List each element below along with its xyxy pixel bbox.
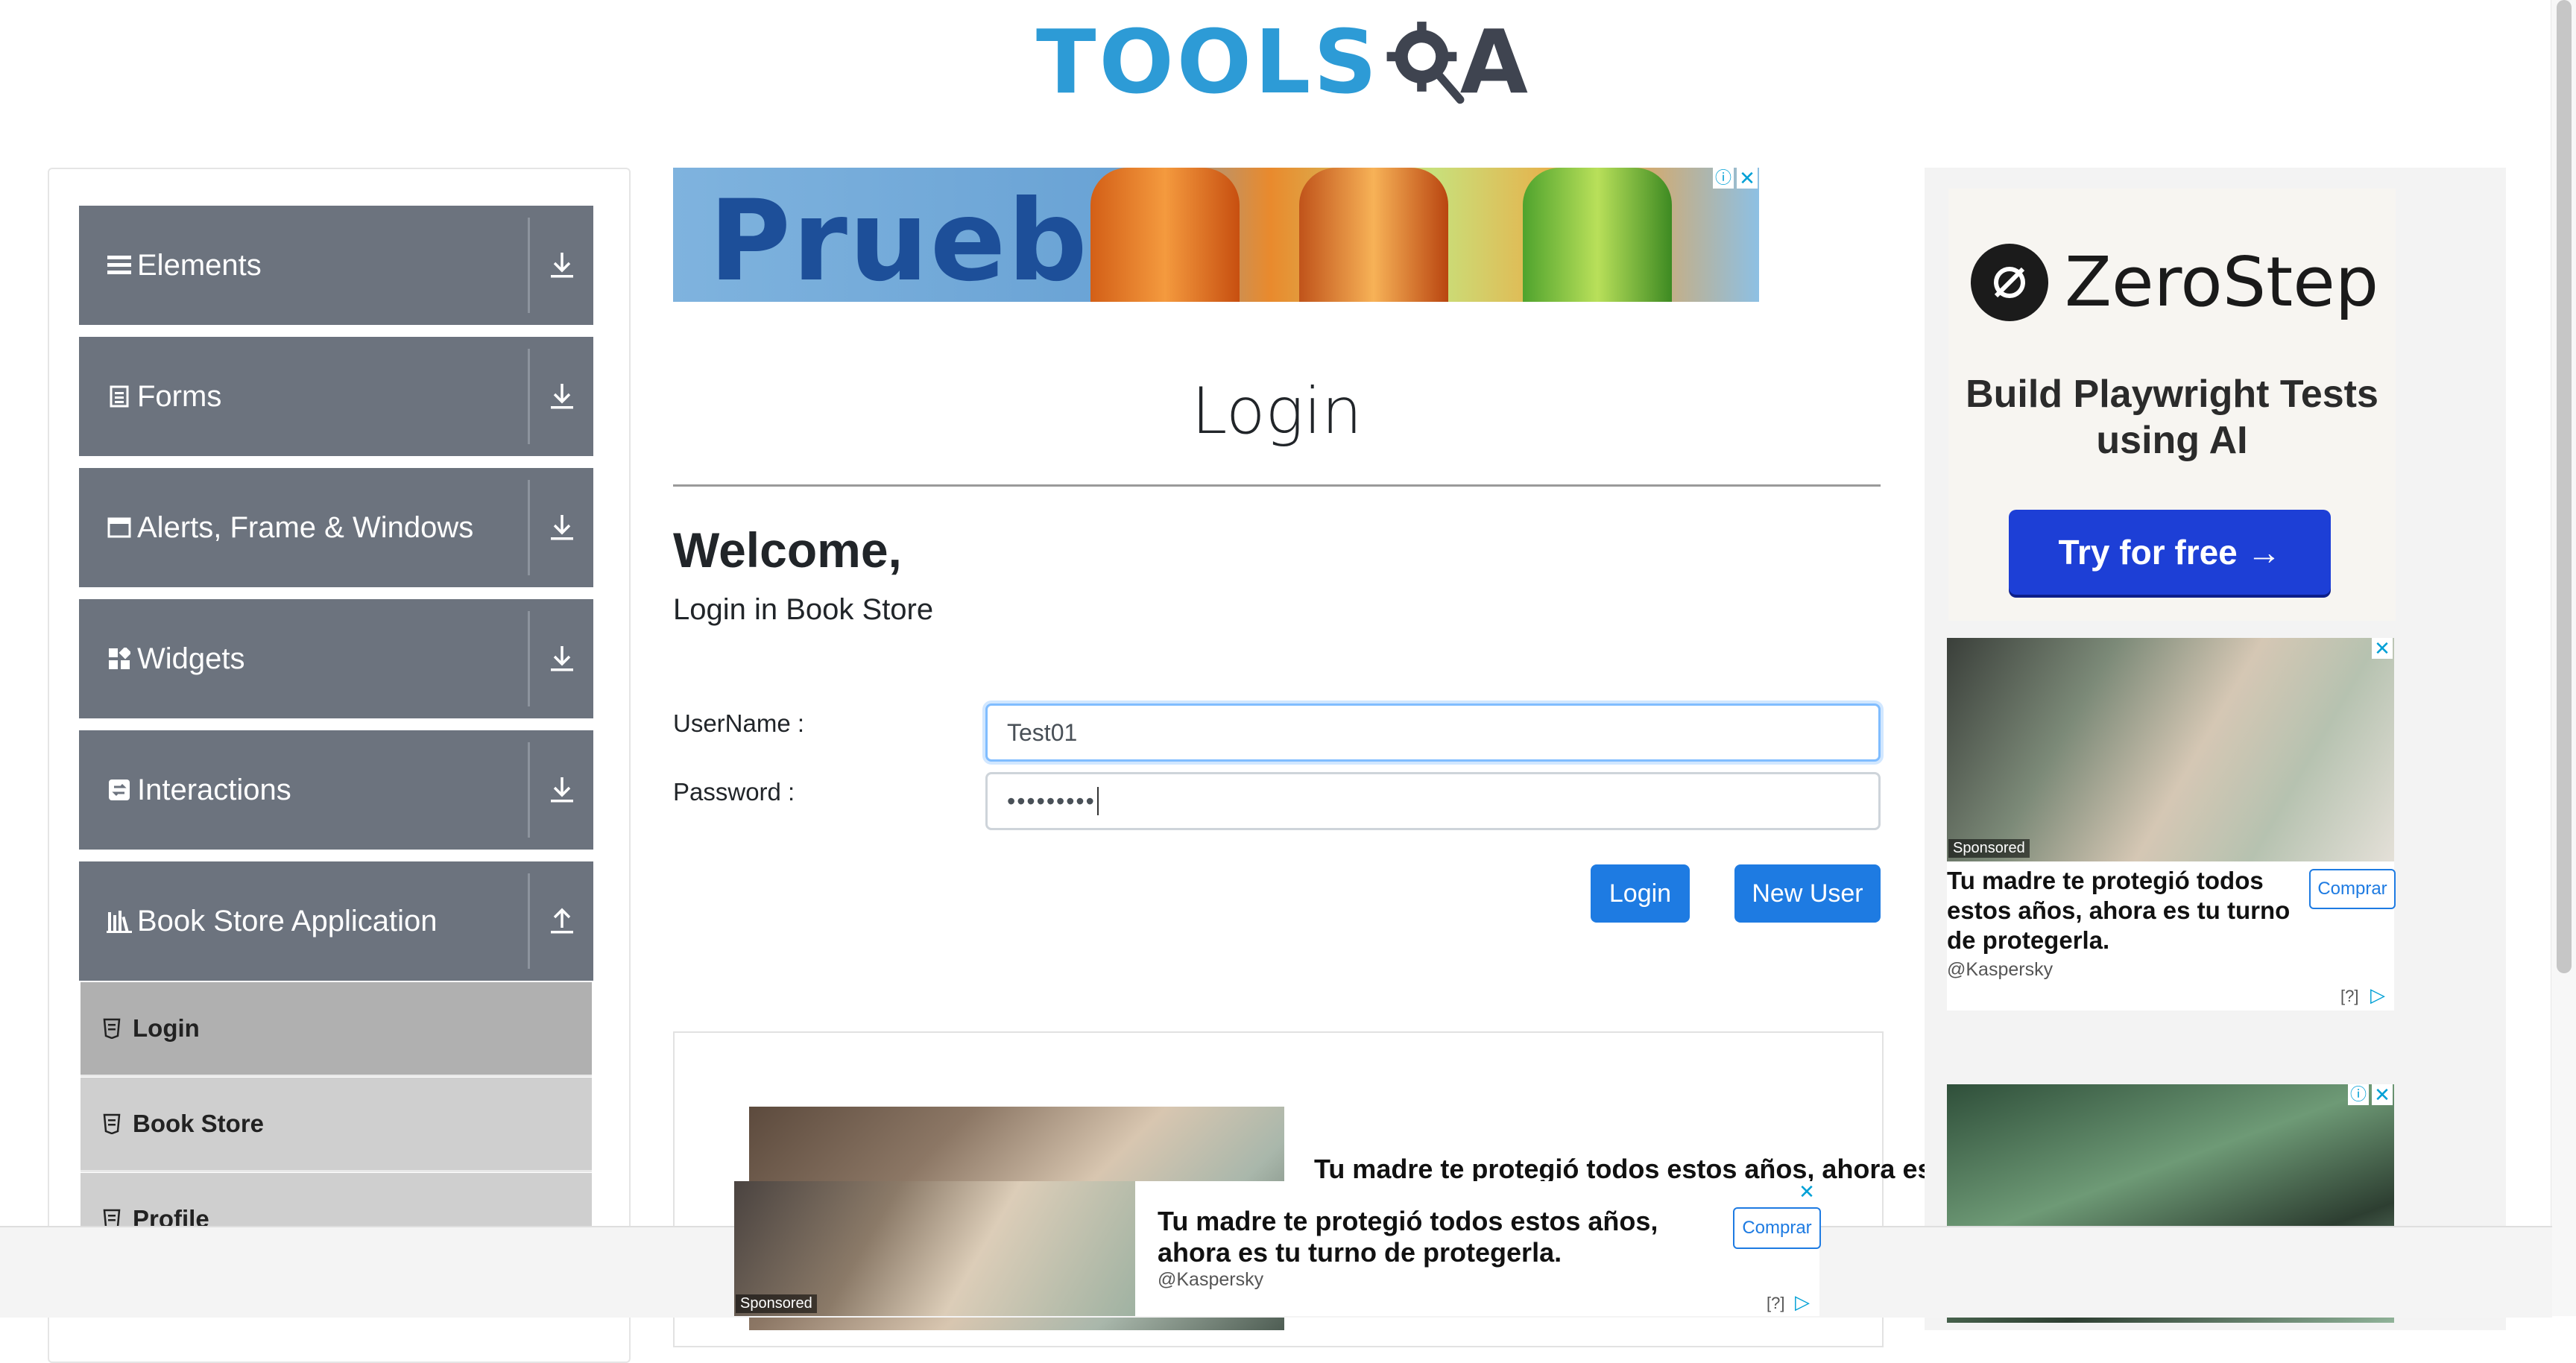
card-ad-text[interactable]: Tu madre te protegió todos estos años, a… — [1314, 1154, 2008, 1185]
sidebar-group-label: Forms — [137, 379, 222, 413]
text-cursor — [1096, 787, 1099, 815]
sidebar-item-book-store[interactable]: Book Store — [80, 1078, 592, 1172]
sponsored-label: Sponsored — [1948, 839, 2030, 858]
html5-icon — [103, 1113, 122, 1135]
close-icon[interactable]: ✕ — [1796, 1181, 1817, 1202]
ad-info-icon[interactable]: ⓘ — [1713, 168, 1734, 189]
ad-help[interactable]: [?] — [2340, 987, 2358, 1006]
sidebar-group-widgets[interactable]: Widgets — [79, 599, 593, 718]
download-arrow-icon[interactable] — [538, 635, 586, 683]
welcome-heading: Welcome, — [673, 522, 902, 578]
ad-title[interactable]: Tu madre te protegió todos estos años, a… — [1947, 866, 2297, 955]
divider — [528, 611, 530, 706]
divider — [528, 349, 530, 444]
try-free-button[interactable]: Try for free → — [2009, 510, 2331, 595]
login-button[interactable]: Login — [1591, 864, 1690, 923]
comprar-button[interactable]: Comprar — [1733, 1207, 1821, 1249]
bottle-image — [1090, 168, 1240, 302]
window-icon — [106, 514, 133, 541]
username-label: UserName : — [673, 709, 805, 737]
sidebar-item-label: Login — [133, 1014, 200, 1042]
download-arrow-icon[interactable] — [538, 373, 586, 420]
html5-icon — [103, 1017, 122, 1040]
username-field[interactable]: Test01 — [985, 703, 1881, 762]
ad-title[interactable]: Tu madre te protegió todos estos años, a… — [1158, 1206, 1724, 1268]
zerostep-tagline: Build Playwright Tests using AI — [1966, 373, 2378, 462]
sidebar-item-label: Book Store — [133, 1110, 265, 1137]
bottle-image — [1299, 168, 1448, 302]
sidebar-item-login[interactable]: Login — [80, 982, 592, 1077]
sidebar-group-forms[interactable]: Forms — [79, 337, 593, 456]
password-field[interactable]: ••••••••• — [985, 772, 1881, 830]
login-subtitle: Login in Book Store — [673, 593, 934, 626]
divider — [528, 480, 530, 575]
download-arrow-icon[interactable] — [538, 241, 586, 289]
widgets-icon — [106, 645, 133, 672]
close-icon[interactable]: ✕ — [2372, 638, 2393, 659]
page-title: Login — [1191, 374, 1363, 449]
sidebar-group-book-store[interactable]: Book Store Application — [79, 861, 593, 981]
new-user-button[interactable]: New User — [1734, 864, 1881, 923]
logo-text-a: A — [1459, 10, 1528, 113]
comprar-button[interactable]: Comprar — [2309, 869, 2396, 909]
top-banner-ad[interactable]: Prueba ⓘ ✕ — [673, 168, 1759, 302]
sidebar-group-label: Widgets — [137, 642, 245, 675]
zerostep-brand: ZeroStep — [1971, 242, 2378, 322]
close-icon[interactable]: ✕ — [2372, 1084, 2393, 1105]
divider — [528, 873, 530, 969]
sidebar-group-label: Elements — [137, 248, 262, 282]
logo-text-tools: TOOLS — [1036, 10, 1380, 113]
zerostep-logo-icon — [1971, 243, 2048, 321]
divider — [673, 484, 1881, 487]
sidebar-group-label: Alerts, Frame & Windows — [137, 510, 474, 544]
books-icon — [106, 908, 133, 935]
sidebar-group-label: Book Store Application — [137, 904, 438, 937]
sponsored-label: Sponsored — [736, 1294, 817, 1313]
password-label: Password : — [673, 778, 795, 806]
ad-source: @Kaspersky — [1947, 959, 2053, 980]
download-arrow-icon[interactable] — [538, 504, 586, 551]
sidebar-group-label: Interactions — [137, 773, 291, 806]
sidebar-group-alerts[interactable]: Alerts, Frame & Windows — [79, 468, 593, 587]
document-icon — [106, 383, 133, 410]
divider — [528, 742, 530, 838]
ad-help[interactable]: [?] — [1767, 1294, 1784, 1313]
bottle-image — [1523, 168, 1672, 302]
interactions-icon — [106, 777, 133, 803]
sidebar-group-interactions[interactable]: Interactions — [79, 730, 593, 850]
scrollbar-thumb[interactable] — [2557, 0, 2572, 973]
sidebar-group-elements[interactable]: Elements — [79, 206, 593, 325]
download-arrow-icon[interactable] — [538, 766, 586, 814]
adchoices-icon[interactable]: ▷ — [2370, 984, 2385, 1007]
password-value: ••••••••• — [1007, 787, 1096, 815]
divider — [528, 218, 530, 313]
ad-image[interactable] — [1947, 638, 2394, 861]
menu-icon — [106, 252, 133, 279]
adchoices-icon[interactable]: ▷ — [1795, 1291, 1810, 1314]
upload-arrow-icon[interactable] — [538, 897, 586, 945]
ad-info-icon[interactable]: ⓘ — [2348, 1084, 2369, 1105]
username-value: Test01 — [1007, 718, 1078, 746]
close-icon[interactable]: ✕ — [1737, 168, 1758, 189]
toolsqa-logo[interactable]: TOOLS A — [1036, 6, 1528, 118]
ad-source: @Kaspersky — [1158, 1269, 1264, 1290]
gear-magnifier-icon — [1386, 22, 1465, 104]
zerostep-name: ZeroStep — [2065, 242, 2379, 322]
